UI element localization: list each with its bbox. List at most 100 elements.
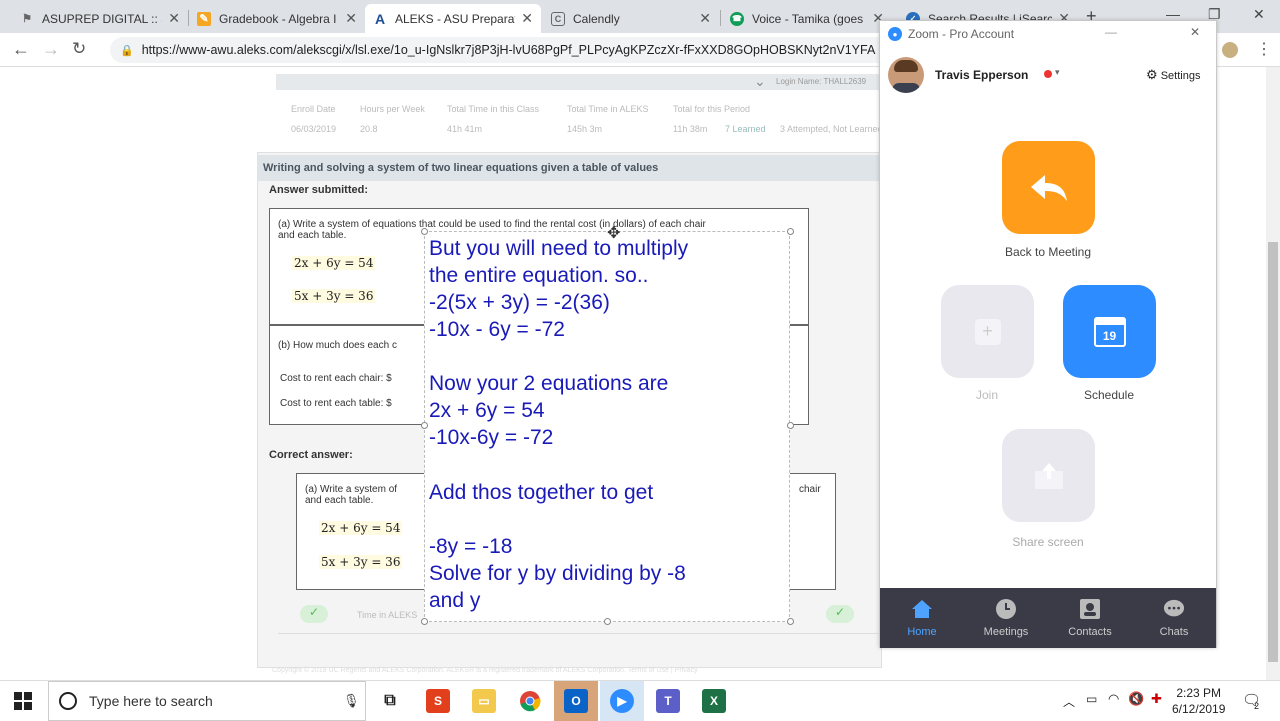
back-arrow-icon[interactable]: ←	[12, 39, 30, 60]
share-screen-button[interactable]	[1002, 429, 1095, 522]
stat-value[interactable]: 7 Learned	[725, 124, 766, 134]
taskbar-search-box[interactable]: Type here to search 🎙	[48, 681, 366, 721]
join-button[interactable]: +	[941, 285, 1034, 378]
stat-value: 41h 41m	[447, 124, 483, 134]
correct-answer-label: Correct answer:	[269, 449, 353, 461]
stat-value: 3 Attempted, Not Learned	[780, 124, 883, 134]
annotation-line: Add thos together to get	[429, 481, 654, 504]
extension-icon[interactable]	[1222, 42, 1238, 58]
outlook-icon[interactable]: O	[564, 689, 588, 713]
resize-handle[interactable]	[787, 422, 794, 429]
notification-count: 2	[1254, 701, 1260, 711]
page-scrollbar[interactable]	[1266, 67, 1280, 680]
calendar-icon: 19	[1093, 316, 1126, 347]
annotation-line: 2x + 6y = 54	[429, 399, 545, 422]
calendly-icon: C	[551, 11, 565, 26]
resize-handle[interactable]	[421, 618, 428, 625]
correct-equation-1: 2x + 6y = 54	[319, 521, 403, 535]
home-icon	[911, 598, 933, 620]
system-clock[interactable]: 2:23 PM 6/12/2019	[1172, 685, 1225, 717]
snagit-icon[interactable]: S	[426, 689, 450, 713]
zoom-title-bar: ● Zoom - Pro Account — ✕	[880, 21, 1216, 47]
tab-gradebook[interactable]: ✎ Gradebook - Algebra I ✕	[189, 4, 365, 33]
stat-header: Enroll Date	[291, 104, 336, 114]
wifi-icon[interactable]: ◠	[1108, 691, 1119, 707]
annotation-line: the entire equation. so..	[429, 264, 649, 287]
zoom-bottom-nav: Home Meetings Contacts Chats	[880, 588, 1216, 648]
asuprep-icon: ⚑	[22, 13, 32, 25]
annotation-line: But you will need to multiply	[429, 237, 689, 260]
resize-handle[interactable]	[787, 228, 794, 235]
resize-handle[interactable]	[787, 618, 794, 625]
footer-text: Copyright © 2019 UC Regents and ALEKS Co…	[272, 667, 698, 674]
windows-start-icon[interactable]	[14, 692, 32, 715]
close-tab-icon[interactable]: ✕	[168, 10, 180, 27]
question-text: chair	[799, 484, 821, 495]
google-voice-icon: ☎	[730, 11, 744, 26]
close-window-icon[interactable]: ✕	[1253, 6, 1265, 23]
nav-home[interactable]: Home	[880, 588, 964, 648]
stat-header: Total Time in this Class	[447, 104, 540, 114]
annotation-textbox[interactable]: But you will need to multiply the entire…	[424, 225, 790, 622]
zoom-taskbar-icon[interactable]: ▶	[610, 689, 634, 713]
close-icon[interactable]: ✕	[1190, 25, 1200, 39]
stat-value: 20.8	[360, 124, 378, 134]
chrome-icon[interactable]	[518, 689, 542, 713]
schedule-label: Schedule	[1083, 388, 1135, 402]
scrollbar-thumb[interactable]	[1268, 242, 1278, 662]
problem-header: Writing and solving a system of two line…	[257, 155, 882, 181]
microphone-icon[interactable]: 🎙	[343, 693, 360, 709]
close-tab-icon[interactable]: ✕	[345, 10, 357, 27]
resize-handle[interactable]	[421, 228, 428, 235]
minimize-icon[interactable]: —	[1105, 25, 1117, 39]
move-cursor-icon: ✥	[607, 225, 621, 242]
tab-asuprep[interactable]: ⚑ ASUPREP DIGITAL :: Stu ✕	[12, 4, 188, 33]
user-name: Travis Epperson	[935, 68, 1029, 82]
lock-icon: 🔒	[120, 44, 134, 57]
status-icon[interactable]	[1044, 70, 1052, 78]
stat-header: Total Time in ALEKS	[567, 104, 649, 114]
task-view-icon[interactable]: ⧉	[378, 689, 402, 713]
time-in-aleks: Time in ALEKS	[357, 610, 418, 620]
aleks-header-strip: ⌄ Login Name: THALL2639	[276, 73, 891, 90]
resize-handle[interactable]	[604, 618, 611, 625]
back-to-meeting-button[interactable]	[1002, 141, 1095, 234]
stat-header: Hours per Week	[360, 104, 425, 114]
chevron-down-icon[interactable]: ▾	[1055, 67, 1060, 78]
chevron-up-icon[interactable]: ︿	[1063, 693, 1075, 710]
question-text: (b) How much does each c	[278, 340, 397, 351]
nav-meetings[interactable]: Meetings	[964, 588, 1048, 648]
gear-icon: ⚙	[1146, 67, 1158, 82]
battery-icon[interactable]: ▭	[1086, 692, 1097, 706]
close-tab-icon[interactable]: ✕	[521, 10, 533, 27]
correct-equation-2: 5x + 3y = 36	[319, 555, 403, 569]
chevron-down-icon[interactable]: ⌄	[754, 73, 766, 90]
resize-handle[interactable]	[421, 422, 428, 429]
file-explorer-icon[interactable]: ▭	[472, 689, 496, 713]
nav-contacts[interactable]: Contacts	[1048, 588, 1132, 648]
tab-aleks[interactable]: A ALEKS - ASU Preparato ✕	[365, 4, 541, 33]
stat-value: 11h 38m	[673, 124, 708, 134]
volume-muted-icon[interactable]: 🔇	[1128, 691, 1144, 707]
menu-dots-icon[interactable]: ⋮	[1256, 39, 1272, 59]
security-icon[interactable]: ✚	[1151, 691, 1162, 707]
clock-icon	[995, 598, 1017, 620]
reload-icon[interactable]: ↻	[72, 39, 86, 59]
nav-chats[interactable]: Chats	[1132, 588, 1216, 648]
teams-icon[interactable]: T	[656, 689, 680, 713]
plus-icon: +	[974, 318, 1001, 345]
annotation-line: Now your 2 equations are	[429, 372, 669, 395]
question-text: and each table.	[305, 495, 374, 506]
avatar[interactable]	[888, 57, 924, 93]
excel-icon[interactable]: X	[702, 689, 726, 713]
forward-arrow-icon[interactable]: →	[42, 39, 60, 60]
schedule-button[interactable]: 19	[1063, 285, 1156, 378]
question-text: and each table.	[278, 230, 347, 241]
tab-calendly[interactable]: C Calendly ✕	[543, 4, 719, 33]
settings-button[interactable]: ⚙ Settings	[1146, 67, 1200, 83]
chair-cost-label: Cost to rent each chair: $	[280, 373, 392, 384]
back-to-meeting-label: Back to Meeting	[1004, 245, 1092, 259]
tab-voice[interactable]: ☎ Voice - Tamika (goes b ✕	[722, 4, 892, 33]
annotation-line: -8y = -18	[429, 535, 513, 558]
close-tab-icon[interactable]: ✕	[699, 10, 711, 27]
